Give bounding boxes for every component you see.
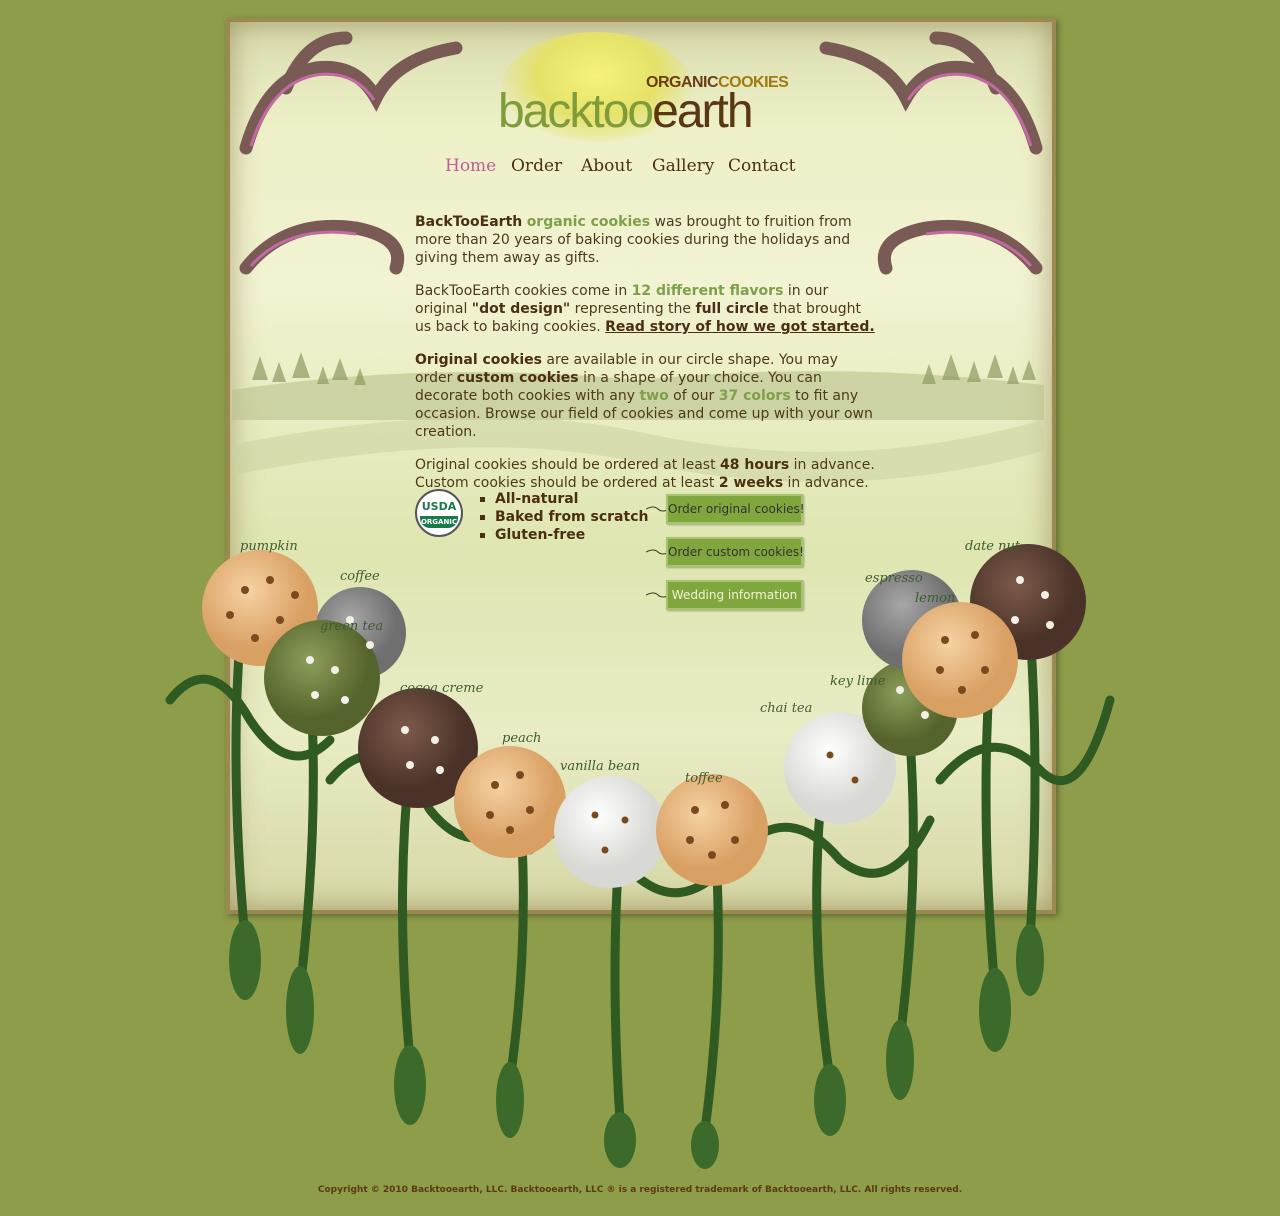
read-story-link[interactable]: Read story of how we got started. — [605, 319, 875, 335]
cookie-label: vanilla bean — [560, 759, 640, 774]
cookie-label: cocoa creme — [400, 681, 484, 696]
copyright-footer: Copyright © 2010 Backtooearth, LLC. Back… — [317, 1185, 963, 1195]
logo-wordmark: backtooearth — [498, 85, 754, 138]
cookie-label: key lime — [830, 674, 886, 689]
intro-text: BackTooEarth organic cookies was brought… — [415, 213, 875, 507]
cookie-label: toffee — [685, 771, 723, 786]
cookie-label: date nut — [965, 539, 1021, 554]
cookie-label: lemon — [915, 591, 955, 606]
intro-paragraph-4: Original cookies should be ordered at le… — [415, 457, 875, 491]
cookie-flower-field: pumpkin coffee green tea cocoa creme pea… — [165, 539, 1115, 1169]
cookie-label: peach — [502, 731, 541, 746]
nav-about-link[interactable]: About — [581, 156, 632, 176]
feature-item: All-natural — [476, 490, 648, 508]
intro-paragraph-1: BackTooEarth organic cookies was brought… — [415, 214, 852, 266]
cookie-label: pumpkin — [240, 539, 298, 554]
nav-order-link[interactable]: Order — [511, 156, 562, 176]
nav-home-link[interactable]: Home — [445, 156, 496, 176]
cookie-label: green tea — [320, 619, 383, 634]
nav-gallery-link[interactable]: Gallery — [652, 156, 714, 176]
intro-paragraph-2: BackTooEarth cookies come in 12 differen… — [415, 283, 875, 335]
cookie-label: coffee — [340, 569, 380, 584]
intro-paragraph-3: Original cookies are available in our ci… — [415, 352, 873, 440]
cookie-label: espresso — [865, 571, 923, 586]
nav-contact-link[interactable]: Contact — [728, 156, 796, 176]
site-logo[interactable]: ORGANICCOOKIES backtooearth — [498, 74, 798, 146]
cookie-label: chai tea — [760, 701, 812, 716]
